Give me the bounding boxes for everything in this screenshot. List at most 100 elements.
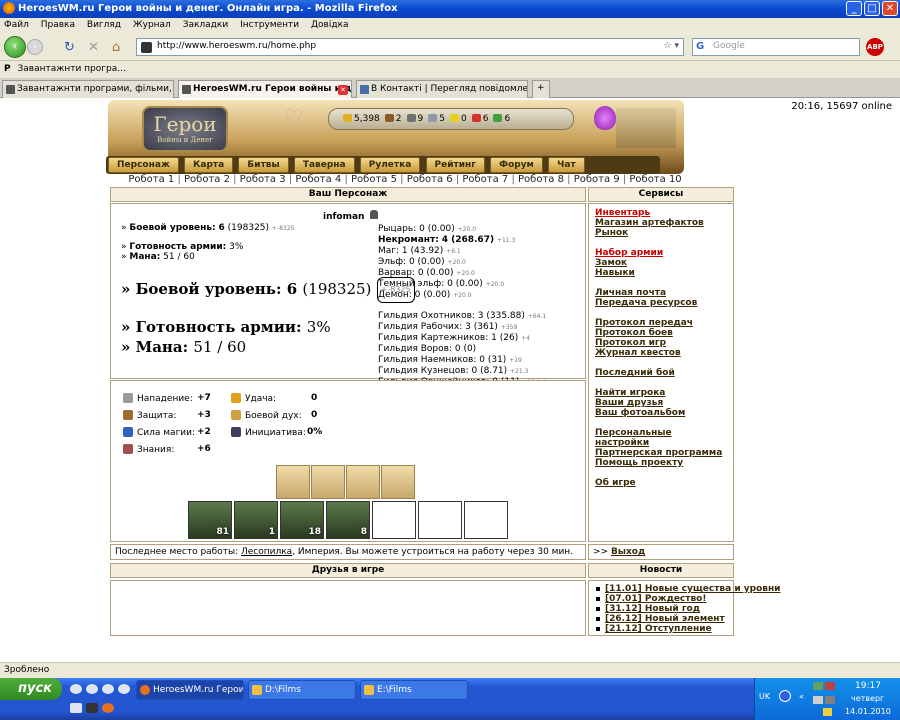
robot-link[interactable]: Робота 1 xyxy=(128,174,174,185)
service-link[interactable]: Найти игрока xyxy=(595,388,727,398)
service-link[interactable]: Магазин артефактов xyxy=(595,218,727,228)
reload-icon[interactable]: ↻ xyxy=(64,40,75,55)
game-logo[interactable]: Герои Войны и Денег xyxy=(142,106,228,152)
service-link[interactable]: Последний бой xyxy=(595,368,727,378)
stop-icon[interactable]: ✕ xyxy=(88,40,99,55)
menu-edit[interactable]: Правка xyxy=(41,20,75,30)
news-item[interactable]: [21.12] Отступление xyxy=(593,624,729,634)
service-link[interactable]: Протокол игр xyxy=(595,338,727,348)
service-link[interactable]: Персональные настройки xyxy=(595,428,727,448)
exit-link[interactable]: Выход xyxy=(611,547,645,557)
robot-link[interactable]: Робота 4 xyxy=(295,174,341,185)
maximize-button[interactable]: □ xyxy=(864,1,880,16)
new-tab-button[interactable]: + xyxy=(532,80,550,98)
service-link[interactable]: Об игре xyxy=(595,478,727,488)
service-link[interactable]: Протокол боев xyxy=(595,328,727,338)
service-link[interactable]: Личная почта xyxy=(595,288,727,298)
news-item[interactable]: [11.01] Новые существа и уровни xyxy=(593,584,780,594)
menu-history[interactable]: Журнал xyxy=(133,20,171,30)
army-slot[interactable] xyxy=(418,501,462,539)
taskbar-item-folder-e[interactable]: E:\Films xyxy=(360,680,468,700)
nav-rating[interactable]: Рейтинг xyxy=(425,157,485,173)
cloak-slot[interactable] xyxy=(311,465,345,499)
service-link[interactable]: Передача ресурсов xyxy=(595,298,727,308)
save-icon[interactable] xyxy=(86,703,98,713)
news-item[interactable]: [26.12] Новый элемент xyxy=(593,614,729,624)
army-slot[interactable]: 81 xyxy=(188,501,232,539)
menu-view[interactable]: Вигляд xyxy=(87,20,121,30)
home-icon[interactable]: ⌂ xyxy=(112,40,120,55)
menu-help[interactable]: Довідка xyxy=(311,20,349,30)
nav-forum[interactable]: Форум xyxy=(490,157,543,173)
chevron-left-icon[interactable]: « xyxy=(799,692,804,701)
robot-link[interactable]: Робота 10 xyxy=(629,174,681,185)
robot-link[interactable]: Робота 2 xyxy=(184,174,230,185)
menu-tools[interactable]: Інструменти xyxy=(240,20,299,30)
hat-slot[interactable] xyxy=(276,465,310,499)
url-bar[interactable]: http://www.heroeswm.ru/home.php ☆ ▾ xyxy=(136,38,684,56)
bookmark-star-icon[interactable]: ☆ ▾ xyxy=(664,41,679,51)
taskbar-item-folder-d[interactable]: D:\Films xyxy=(248,680,356,700)
tab-downloads[interactable]: Завантажнти програми, фільми, музи... xyxy=(2,80,174,98)
news-item[interactable]: [31.12] Новый год xyxy=(593,604,729,614)
player-name[interactable]: infoman xyxy=(323,210,378,222)
nav-chat[interactable]: Чат xyxy=(548,157,585,173)
service-link[interactable]: Ваши друзья xyxy=(595,398,727,408)
menu-file[interactable]: Файл xyxy=(4,20,29,30)
tray-icon-network[interactable] xyxy=(813,682,823,690)
start-button[interactable]: пуск xyxy=(0,678,62,700)
service-link[interactable]: Партнерская программа xyxy=(595,448,727,458)
service-link[interactable]: Протокол передач xyxy=(595,318,727,328)
army-slot[interactable] xyxy=(372,501,416,539)
firefox-quick-icon[interactable] xyxy=(102,703,114,713)
nav-character[interactable]: Персонаж xyxy=(108,157,179,173)
robot-link[interactable]: Робота 3 xyxy=(240,174,286,185)
service-link[interactable]: Рынок xyxy=(595,228,727,238)
work-place-link[interactable]: Лесопилка xyxy=(241,547,292,557)
army-slot[interactable]: 1 xyxy=(234,501,278,539)
bookmark-item[interactable]: Завантажнти програ... xyxy=(17,64,125,74)
robot-link[interactable]: Робота 5 xyxy=(351,174,397,185)
tray-icon-folder[interactable] xyxy=(823,708,832,716)
tab-heroeswm[interactable]: HeroesWM.ru Герои войны и ден... ✕ xyxy=(178,80,352,99)
close-window-button[interactable]: ✕ xyxy=(882,1,898,16)
robot-link[interactable]: Робота 8 xyxy=(518,174,564,185)
quicklaunch-icon[interactable] xyxy=(86,684,98,694)
sword-slot[interactable] xyxy=(346,465,380,499)
service-link[interactable]: Замок xyxy=(595,258,727,268)
help-icon[interactable] xyxy=(779,690,791,702)
quicklaunch-icon[interactable] xyxy=(118,684,130,694)
dagger-slot[interactable] xyxy=(381,465,415,499)
quicklaunch-icon[interactable] xyxy=(102,684,114,694)
robot-link[interactable]: Робота 7 xyxy=(462,174,508,185)
robot-link[interactable]: Робота 9 xyxy=(574,174,620,185)
forward-button[interactable]: › xyxy=(27,39,43,55)
news-item[interactable]: [07.01] Рождество! xyxy=(593,594,729,604)
tab-vkontakte[interactable]: В Контакті | Перегляд повідомлення xyxy=(356,80,528,98)
service-link[interactable]: Навыки xyxy=(595,268,727,278)
minimize-button[interactable]: _ xyxy=(846,1,862,16)
army-slot[interactable]: 8 xyxy=(326,501,370,539)
nav-battles[interactable]: Битвы xyxy=(238,157,289,173)
language-indicator[interactable]: UK xyxy=(759,692,770,701)
adblock-button[interactable]: ABP xyxy=(866,38,884,56)
quicklaunch-icon[interactable] xyxy=(70,684,82,694)
menu-bookmarks[interactable]: Закладки xyxy=(183,20,229,30)
clock-time[interactable]: 19:17 xyxy=(855,681,881,691)
tray-icon-volume[interactable] xyxy=(813,696,823,704)
nav-map[interactable]: Карта xyxy=(184,157,234,173)
nav-tavern[interactable]: Таверна xyxy=(293,157,355,173)
tab-close-icon[interactable]: ✕ xyxy=(338,85,348,95)
service-link[interactable]: Журнал квестов xyxy=(595,348,727,358)
service-link[interactable]: Помощь проекту xyxy=(595,458,727,468)
service-link[interactable]: Набор армии xyxy=(595,248,727,258)
army-slot[interactable] xyxy=(464,501,508,539)
tray-icon-app[interactable] xyxy=(825,682,835,690)
service-link[interactable]: Инвентарь xyxy=(595,208,727,218)
service-link[interactable]: Ваш фотоальбом xyxy=(595,408,727,418)
taskbar-item-firefox[interactable]: HeroesWM.ru Герои ... xyxy=(136,680,244,700)
tray-icon-misc[interactable] xyxy=(825,696,835,704)
back-button[interactable]: ‹ xyxy=(4,36,26,58)
search-input[interactable]: G Google xyxy=(692,38,860,56)
show-desktop-icon[interactable] xyxy=(70,703,82,713)
